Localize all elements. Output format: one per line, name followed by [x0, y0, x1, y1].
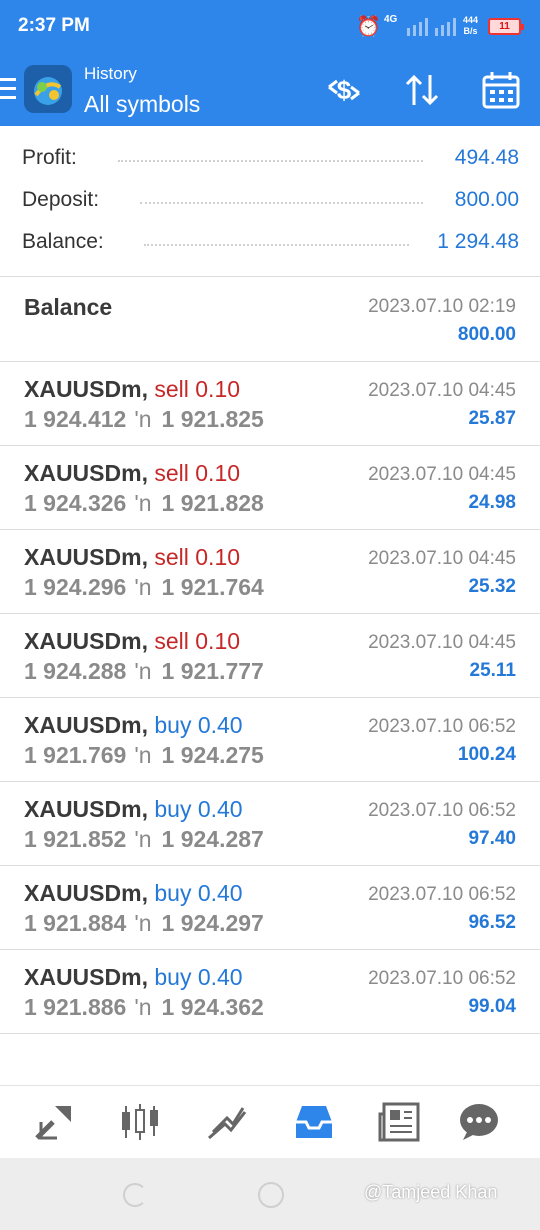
deal-profit: 99.04	[468, 996, 516, 1017]
deal-row[interactable]: XAUUSDm, buy 0.40 1 921.886'n 1 924.362 2…	[0, 950, 540, 1034]
deal-date: 2023.07.10 06:52	[368, 800, 516, 821]
deal-date: 2023.07.10 06:52	[368, 968, 516, 989]
deal-date: 2023.07.10 04:45	[368, 632, 516, 653]
deal-row[interactable]: XAUUSDm, sell 0.10 1 924.326'n 1 921.828 …	[0, 446, 540, 530]
deal-side: buy 0.40	[154, 880, 243, 906]
summary-balance-row: Balance: 1 294.48	[22, 226, 519, 260]
deal-prices: 1 924.412'n 1 921.825	[24, 406, 264, 432]
balance-value: 1 294.48	[429, 230, 519, 254]
status-time: 2:37 PM	[18, 15, 90, 36]
deal-date: 2023.07.10 06:52	[368, 716, 516, 737]
deal-symbol: XAUUSDm, buy 0.40	[24, 964, 243, 990]
deal-symbol: XAUUSDm, sell 0.10	[24, 376, 241, 402]
chat-icon[interactable]	[457, 1102, 501, 1142]
deal-symbol: XAUUSDm, buy 0.40	[24, 796, 243, 822]
deal-date: 2023.07.10 04:45	[368, 464, 516, 485]
deal-row[interactable]: XAUUSDm, sell 0.10 1 924.412'n 1 921.825 …	[0, 362, 540, 446]
deal-prices: 1 924.326'n 1 921.828	[24, 490, 264, 516]
deal-side: sell 0.10	[154, 628, 241, 654]
profit-value: 494.48	[446, 146, 519, 170]
alarm-icon: ⏰	[356, 16, 381, 38]
signal-icon	[407, 18, 456, 36]
history-list: Balance 2023.07.10 02:19 800.00 XAUUSDm,…	[0, 278, 540, 1034]
sort-arrows-icon[interactable]	[401, 69, 443, 111]
account-summary: Profit: 494.48 Deposit: 800.00 Balance: …	[0, 126, 540, 277]
deal-profit: 96.52	[468, 912, 516, 933]
deal-prices: 1 921.886'n 1 924.362	[24, 994, 264, 1020]
deal-prices: 1 921.769'n 1 924.275	[24, 742, 264, 768]
deal-side: buy 0.40	[154, 796, 243, 822]
network-speed: 444 B/s	[463, 15, 479, 36]
profit-label: Profit:	[22, 146, 85, 170]
deal-symbol: XAUUSDm, buy 0.40	[24, 712, 243, 738]
bottom-navigation	[0, 1085, 540, 1158]
deal-side: buy 0.40	[154, 712, 243, 738]
deal-profit: 25.87	[468, 408, 516, 429]
network-type: 4G	[384, 14, 398, 25]
summary-profit-row: Profit: 494.48	[22, 142, 519, 176]
deal-side: sell 0.10	[154, 376, 241, 402]
chart-icon[interactable]	[118, 1102, 162, 1142]
deal-row[interactable]: XAUUSDm, buy 0.40 1 921.852'n 1 924.287 2…	[0, 782, 540, 866]
quotes-icon[interactable]	[33, 1102, 77, 1142]
deposit-value: 800.00	[446, 188, 519, 212]
deal-row[interactable]: XAUUSDm, buy 0.40 1 921.884'n 1 924.297 2…	[0, 866, 540, 950]
status-bar: 2:37 PM ⏰ 4G 444 B/s 11	[0, 0, 540, 55]
deal-symbol: XAUUSDm, sell 0.10	[24, 460, 241, 486]
deal-prices: 1 924.296'n 1 921.764	[24, 574, 264, 600]
deal-symbol: XAUUSDm, sell 0.10	[24, 628, 241, 654]
system-nav-bar: @Tamjeed Khan	[0, 1158, 540, 1230]
home-icon[interactable]	[258, 1182, 284, 1208]
deal-row[interactable]: XAUUSDm, sell 0.10 1 924.288'n 1 921.777 …	[0, 614, 540, 698]
deal-prices: 1 921.884'n 1 924.297	[24, 910, 264, 936]
deal-profit: 97.40	[468, 828, 516, 849]
balance-entry-date: 2023.07.10 02:19	[368, 296, 516, 317]
deal-profit: 25.11	[469, 660, 517, 681]
deal-side: sell 0.10	[154, 460, 241, 486]
balance-entry-label: Balance	[24, 294, 113, 320]
deal-side: sell 0.10	[154, 544, 241, 570]
balance-label: Balance:	[22, 230, 112, 254]
svg-text:$: $	[337, 75, 352, 105]
deal-date: 2023.07.10 04:45	[368, 548, 516, 569]
currency-exchange-icon[interactable]: $	[323, 69, 365, 111]
calendar-icon[interactable]	[480, 69, 522, 111]
header-title: All symbols	[84, 91, 201, 117]
deposit-label: Deposit:	[22, 188, 108, 212]
menu-icon[interactable]	[0, 78, 16, 100]
deal-profit: 100.24	[457, 744, 516, 765]
deal-profit: 24.98	[468, 492, 516, 513]
deal-prices: 1 921.852'n 1 924.287	[24, 826, 264, 852]
back-icon[interactable]	[123, 1183, 147, 1207]
news-icon[interactable]	[378, 1102, 422, 1142]
deal-symbol: XAUUSDm, buy 0.40	[24, 880, 243, 906]
app-bar: History All symbols $	[0, 55, 540, 126]
summary-deposit-row: Deposit: 800.00	[22, 184, 519, 218]
battery-icon: 11	[488, 18, 524, 35]
deal-side: buy 0.40	[154, 964, 243, 990]
deal-date: 2023.07.10 06:52	[368, 884, 516, 905]
balance-entry-amount: 800.00	[457, 324, 516, 345]
header-subtitle: History	[84, 64, 137, 83]
deal-date: 2023.07.10 04:45	[368, 380, 516, 401]
watermark: @Tamjeed Khan	[364, 1182, 498, 1202]
history-icon[interactable]	[292, 1102, 336, 1142]
deal-row[interactable]: XAUUSDm, sell 0.10 1 924.296'n 1 921.764 …	[0, 530, 540, 614]
deal-profit: 25.32	[468, 576, 516, 597]
deal-prices: 1 924.288'n 1 921.777	[24, 658, 264, 684]
balance-entry[interactable]: Balance 2023.07.10 02:19 800.00	[0, 278, 540, 362]
deal-symbol: XAUUSDm, sell 0.10	[24, 544, 241, 570]
deal-row[interactable]: XAUUSDm, buy 0.40 1 921.769'n 1 924.275 2…	[0, 698, 540, 782]
trade-icon[interactable]	[205, 1102, 249, 1142]
app-logo	[24, 65, 72, 113]
